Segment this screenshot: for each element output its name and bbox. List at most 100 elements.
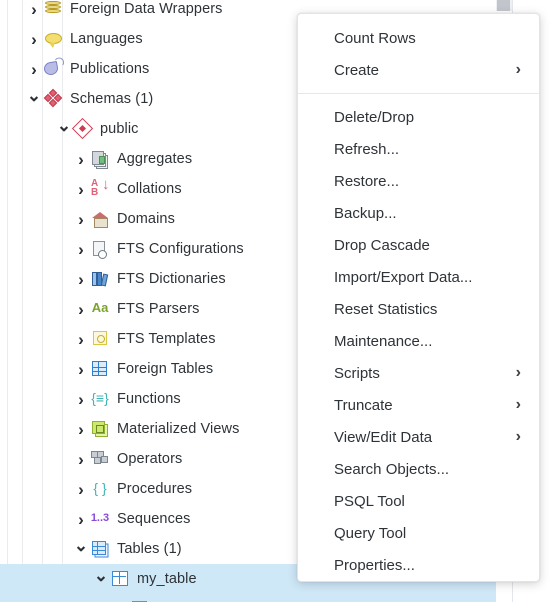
menu-item-search-objects[interactable]: Search Objects... (298, 453, 539, 485)
tree-item-label: FTS Dictionaries (117, 271, 226, 287)
tree-item-label: Publications (70, 61, 150, 77)
menu-item-psql-tool[interactable]: PSQL Tool (298, 485, 539, 517)
menu-item-label: Drop Cascade (334, 236, 430, 254)
tree-item-label: Operators (117, 451, 183, 467)
chevron-right-icon[interactable] (72, 421, 90, 438)
menu-item-label: Scripts (334, 364, 380, 382)
chevron-right-icon[interactable] (72, 271, 90, 288)
app-root: ⌄ ata + Foreign Data WrappersLanguagesPu… (0, 0, 550, 602)
database-stack-icon (43, 0, 65, 19)
chevron-right-icon[interactable] (72, 181, 90, 198)
menu-item-label: Query Tool (334, 524, 407, 542)
menu-item-label: Delete/Drop (334, 108, 415, 126)
schema-public-icon (71, 117, 95, 140)
menu-item-reset-statistics[interactable]: Reset Statistics (298, 293, 539, 325)
tree-item-label: Languages (70, 31, 143, 47)
tree-item-label: Procedures (117, 481, 193, 497)
context-menu[interactable]: Count Rows Create › Delete/Drop Refresh... Re… (297, 13, 540, 582)
table-icon (110, 569, 132, 589)
menu-item-maintenance[interactable]: Maintenance... (298, 325, 539, 357)
chevron-right-icon[interactable] (72, 211, 90, 228)
chevron-right-icon[interactable] (72, 151, 90, 168)
menu-item-label: Reset Statistics (334, 300, 438, 318)
horizontal-scrollbar-thumb[interactable] (497, 0, 510, 11)
tree-item-label: FTS Parsers (117, 301, 200, 317)
menu-item-label: Create (334, 61, 380, 79)
menu-item-label: Truncate (334, 396, 393, 414)
chevron-down-icon[interactable] (25, 91, 43, 108)
menu-item-label: PSQL Tool (334, 492, 405, 510)
menu-item-drop-cascade[interactable]: Drop Cascade (298, 229, 539, 261)
chevron-right-icon[interactable] (72, 361, 90, 378)
chevron-right-icon[interactable] (72, 301, 90, 318)
chevron-right-icon: › (515, 428, 521, 445)
menu-item-refresh[interactable]: Refresh... (298, 133, 539, 165)
menu-item-create[interactable]: Create › (298, 54, 539, 86)
domains-icon (90, 209, 112, 229)
tree-item-label: FTS Configurations (117, 241, 244, 257)
tables-icon (90, 539, 112, 559)
menu-item-label: Properties... (334, 556, 415, 574)
menu-item-view-edit-data[interactable]: View/Edit Data › (298, 421, 539, 453)
fts-dictionaries-icon (90, 269, 112, 289)
operators-icon (90, 449, 112, 469)
menu-item-label: Count Rows (334, 29, 416, 47)
chevron-right-icon[interactable] (72, 481, 90, 498)
fts-configurations-icon (90, 239, 112, 259)
collations-icon: A B ↓ (91, 176, 110, 198)
tree-item-label: Foreign Data Wrappers (70, 1, 223, 17)
chevron-down-icon[interactable] (72, 541, 90, 558)
menu-item-query-tool[interactable]: Query Tool (298, 517, 539, 549)
chevron-down-icon[interactable] (55, 121, 73, 138)
fts-parsers-icon: Aa (91, 300, 109, 315)
menu-item-label: Maintenance... (334, 332, 433, 350)
tree-item-label: Aggregates (117, 151, 193, 167)
chevron-right-icon[interactable] (72, 511, 90, 528)
schemas-icon (43, 88, 65, 109)
chevron-right-icon: › (515, 61, 521, 78)
chevron-right-icon: › (515, 396, 521, 413)
tree-item-label: Materialized Views (117, 421, 240, 437)
chevron-right-icon[interactable] (25, 61, 43, 78)
fts-templates-icon (90, 329, 112, 349)
tree-item-label: Domains (117, 211, 175, 227)
menu-item-label: Search Objects... (334, 460, 450, 478)
sequences-icon: 1..3 (90, 512, 110, 524)
menu-item-label: Refresh... (334, 140, 400, 158)
tree-item-label: public (100, 121, 139, 137)
chevron-right-icon[interactable] (72, 331, 90, 348)
menu-item-label: Restore... (334, 172, 400, 190)
language-icon (43, 29, 65, 49)
menu-separator (298, 93, 539, 94)
menu-item-import-export-data[interactable]: Import/Export Data... (298, 261, 539, 293)
chevron-right-icon[interactable] (72, 391, 90, 408)
menu-item-label: View/Edit Data (334, 428, 433, 446)
chevron-right-icon[interactable] (72, 451, 90, 468)
menu-item-delete-drop[interactable]: Delete/Drop (298, 101, 539, 133)
publication-icon (42, 59, 65, 79)
chevron-right-icon[interactable] (72, 241, 90, 258)
chevron-right-icon[interactable] (25, 1, 43, 18)
tree-item-label: Functions (117, 391, 181, 407)
chevron-right-icon[interactable] (25, 31, 43, 48)
tree-item-columns[interactable] (0, 594, 496, 602)
menu-item-label: Import/Export Data... (334, 268, 473, 286)
menu-item-scripts[interactable]: Scripts › (298, 357, 539, 389)
aggregates-icon (90, 149, 112, 169)
tree-item-label: Collations (117, 181, 182, 197)
procedures-icon: { } (93, 480, 107, 496)
tree-item-label: Sequences (117, 511, 191, 527)
functions-icon: {≡} (91, 390, 109, 406)
menu-item-properties[interactable]: Properties... (298, 549, 539, 581)
menu-item-backup[interactable]: Backup... (298, 197, 539, 229)
tree-item-label: FTS Templates (117, 331, 216, 347)
menu-item-count-rows[interactable]: Count Rows (298, 22, 539, 54)
chevron-right-icon: › (515, 364, 521, 381)
tree-item-label: Schemas (1) (70, 91, 154, 107)
menu-item-restore[interactable]: Restore... (298, 165, 539, 197)
chevron-down-icon[interactable] (92, 571, 110, 588)
foreign-tables-icon (90, 359, 112, 379)
menu-item-truncate[interactable]: Truncate › (298, 389, 539, 421)
tree-item-label: Foreign Tables (117, 361, 214, 377)
materialized-views-icon (90, 419, 112, 439)
